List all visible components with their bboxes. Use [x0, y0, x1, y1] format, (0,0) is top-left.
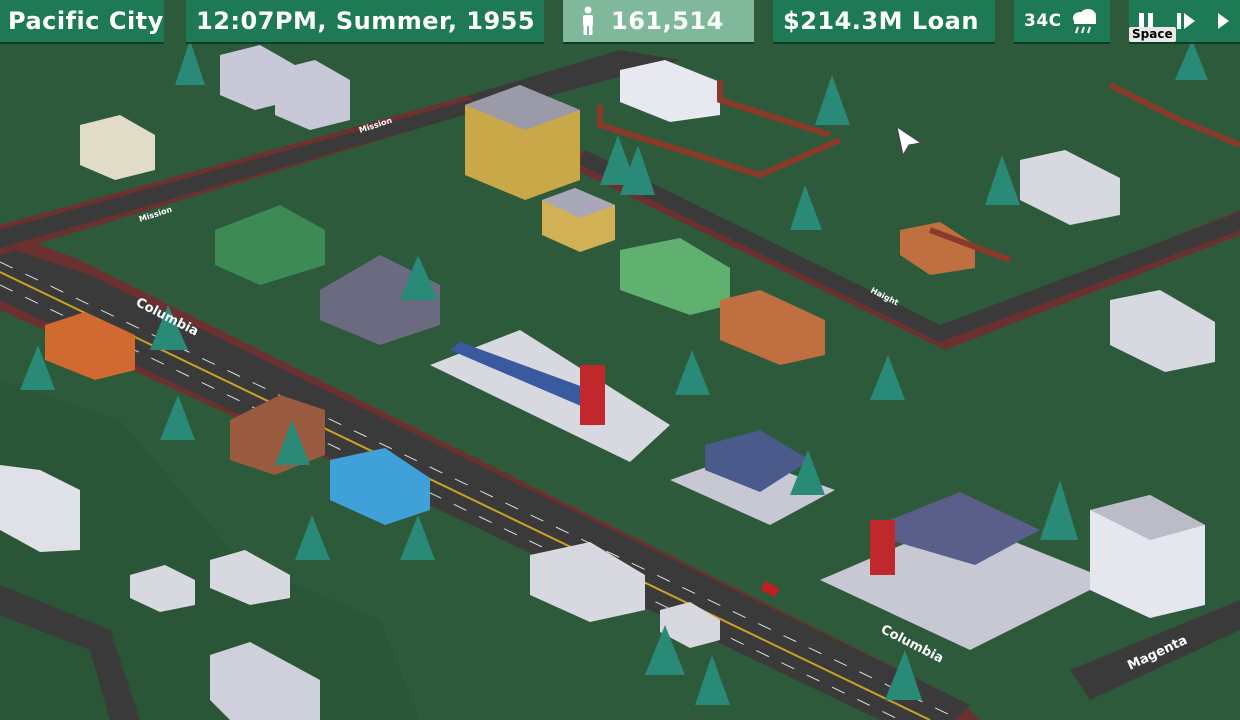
funds-value: $214.3M Loan — [783, 7, 979, 35]
datetime-display: 12:07PM, Summer, 1955 — [186, 0, 544, 44]
funds-display[interactable]: $214.3M Loan — [773, 0, 995, 44]
population-person-icon — [583, 6, 593, 35]
datetime-label: 12:07PM, Summer, 1955 — [196, 7, 536, 35]
city-map[interactable]: Columbia Columbia Magenta Mission Missio… — [0, 0, 1240, 720]
fast-forward-icon — [1217, 13, 1229, 29]
city-name[interactable]: Pacific City — [0, 0, 164, 44]
population-display[interactable]: 161,514 — [563, 0, 754, 44]
population-value: 161,514 — [611, 7, 724, 35]
mouse-cursor-icon — [896, 125, 923, 157]
game-viewport[interactable]: Columbia Columbia Magenta Mission Missio… — [0, 0, 1240, 720]
space-key-hint: Space — [1129, 27, 1176, 42]
weather-display[interactable]: 34C — [1014, 0, 1110, 44]
play-icon — [1177, 13, 1195, 29]
rain-cloud-icon — [1072, 9, 1096, 34]
fast-forward-button[interactable] — [1205, 0, 1240, 42]
temperature-value: 34C — [1024, 11, 1062, 31]
city-name-label: Pacific City — [8, 7, 164, 35]
